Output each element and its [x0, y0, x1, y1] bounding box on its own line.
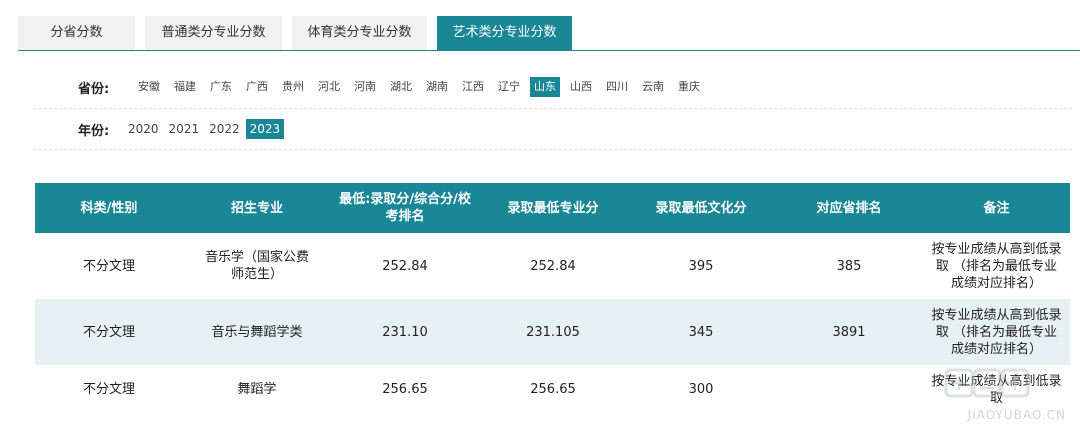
cell-category: 不分文理: [82, 324, 135, 340]
tab-art-major-scores[interactable]: 艺术类分专业分数: [437, 16, 572, 50]
year-filter: 年份: 2020 2021 2022 2023: [34, 118, 1072, 140]
header-major: 招生专业: [230, 200, 283, 216]
province-option[interactable]: 河南: [350, 77, 380, 97]
province-option[interactable]: 广东: [206, 77, 236, 97]
province-option[interactable]: 广西: [242, 77, 272, 97]
cell-min-major-score: 252.84: [530, 258, 576, 274]
header-min-culture-score: 录取最低文化分: [655, 200, 747, 216]
tab-province-scores[interactable]: 分省分数: [18, 16, 135, 50]
cell-notes: 按专业成绩从高到低录取 （排名为最低专业成绩对应排名）: [931, 307, 1062, 357]
province-option[interactable]: 安徽: [134, 77, 164, 97]
header-category: 科类/性别: [80, 200, 138, 216]
province-option-selected[interactable]: 山东: [530, 77, 560, 97]
header-province-rank: 对应省排名: [816, 200, 882, 216]
province-option[interactable]: 福建: [170, 77, 200, 97]
scores-table: 科类/性别 招生专业 最低:录取分/综合分/校考排名 录取最低专业分 录取最低文…: [35, 183, 1070, 417]
tab-general-major-scores[interactable]: 普通类分专业分数: [145, 16, 282, 50]
cell-min-major-score: 231.105: [526, 324, 580, 340]
tab-underline: [18, 50, 1080, 51]
filter-divider: [34, 108, 1072, 109]
province-option[interactable]: 河北: [314, 77, 344, 97]
cell-min-score: 252.84: [382, 258, 428, 274]
province-option[interactable]: 重庆: [674, 77, 704, 97]
cell-min-score: 231.10: [382, 324, 428, 340]
cell-min-culture-score: 300: [688, 382, 714, 397]
cell-major: 音乐学（国家公费师范生）: [205, 250, 310, 282]
cell-province-rank: 3891: [832, 324, 866, 340]
site-watermark: JIAOYUBAO.CN: [942, 366, 1072, 422]
header-notes: 备注: [983, 200, 1010, 216]
cell-min-score: 256.65: [382, 382, 428, 397]
year-option[interactable]: 2021: [165, 119, 204, 139]
cell-notes: 按专业成绩从高到低录取 （排名为最低专业成绩对应排名）: [931, 241, 1062, 291]
tab-sports-major-scores[interactable]: 体育类分专业分数: [292, 16, 427, 50]
cell-category: 不分文理: [82, 382, 135, 397]
table-row: 不分文理 音乐与舞蹈学类 231.10 231.105 345 3891 按专业…: [35, 299, 1070, 365]
year-option-selected[interactable]: 2023: [245, 119, 285, 139]
province-option[interactable]: 云南: [638, 77, 668, 97]
province-option[interactable]: 江西: [458, 77, 488, 97]
cell-min-culture-score: 345: [688, 324, 714, 340]
province-option[interactable]: 湖北: [386, 77, 416, 97]
province-option[interactable]: 贵州: [278, 77, 308, 97]
table-header: 科类/性别 招生专业 最低:录取分/综合分/校考排名 录取最低专业分 录取最低文…: [35, 183, 1070, 233]
cell-province-rank: 385: [836, 258, 862, 274]
watermark-logo-icon: [944, 368, 1030, 398]
filter-divider: [34, 149, 1072, 150]
cell-min-major-score: 256.65: [530, 382, 576, 397]
province-option[interactable]: 四川: [602, 77, 632, 97]
cell-major: 舞蹈学: [237, 382, 277, 397]
tab-bar: 分省分数 普通类分专业分数 体育类分专业分数 艺术类分专业分数: [18, 16, 572, 50]
province-option[interactable]: 湖南: [422, 77, 452, 97]
year-filter-label: 年份:: [78, 123, 110, 139]
header-min-score: 最低:录取分/综合分/校考排名: [339, 192, 471, 224]
year-option[interactable]: 2020: [124, 119, 163, 139]
cell-category: 不分文理: [82, 258, 135, 274]
cell-province-rank: [775, 365, 923, 381]
table-row: 不分文理 舞蹈学 256.65 256.65 300 按专业成绩从高到低录取: [35, 365, 1070, 417]
cell-major: 音乐与舞蹈学类: [211, 324, 303, 340]
province-filter-label: 省份:: [78, 81, 110, 97]
year-option[interactable]: 2022: [205, 119, 244, 139]
header-min-major-score: 录取最低专业分: [507, 200, 599, 216]
watermark-text: JIAOYUBAO.CN: [967, 408, 1066, 422]
province-option[interactable]: 山西: [566, 77, 596, 97]
table-row: 不分文理 音乐学（国家公费师范生） 252.84 252.84 395 385 …: [35, 233, 1070, 299]
cell-min-culture-score: 395: [688, 258, 714, 274]
province-filter: 省份: 安徽 福建 广东 广西 贵州 河北 河南 湖北 湖南 江西 辽宁 山东 …: [34, 76, 1072, 98]
province-option[interactable]: 辽宁: [494, 77, 524, 97]
